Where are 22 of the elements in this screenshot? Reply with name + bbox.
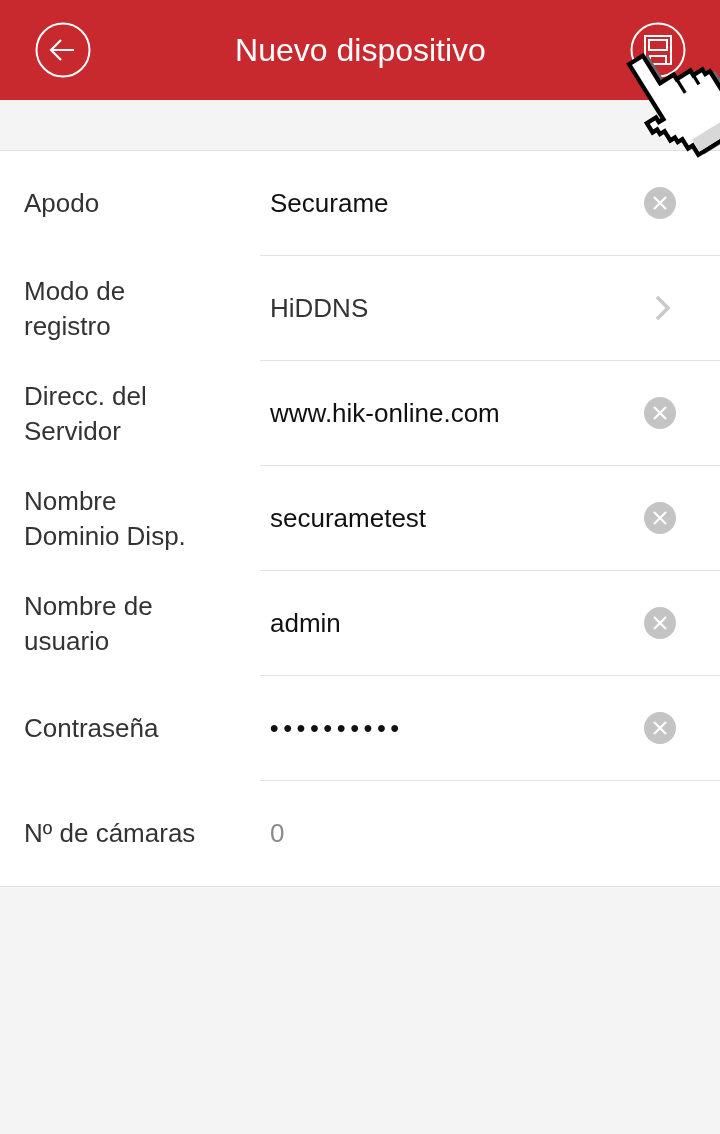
back-icon[interactable]	[35, 22, 91, 78]
clear-icon[interactable]	[644, 187, 676, 219]
field-label: Nombre Dominio Disp.	[23, 484, 187, 553]
password-field[interactable]: ••••••••••	[270, 710, 632, 746]
field-label: Modo de registro	[23, 274, 127, 343]
field-label: Nº de cámaras	[23, 817, 197, 850]
text-field[interactable]: admin	[270, 603, 632, 643]
field-label: Contraseña	[23, 712, 160, 745]
clear-icon[interactable]	[644, 502, 676, 534]
field-label: Apodo	[23, 187, 101, 220]
page-title: Nuevo dispositivo	[235, 31, 486, 69]
clear-icon[interactable]	[644, 712, 676, 744]
field-label: Nombre de usuario	[23, 589, 154, 658]
text-field[interactable]: www.hik-online.com	[270, 393, 632, 433]
text-field[interactable]: securametest	[270, 498, 632, 538]
field-label: Direcc. del Servidor	[23, 379, 148, 448]
clear-icon[interactable]	[644, 607, 676, 639]
select-field[interactable]: HiDDNS	[270, 292, 642, 324]
clear-icon[interactable]	[644, 397, 676, 429]
chevron-right-icon	[654, 295, 672, 321]
text-field[interactable]: Securame	[270, 183, 632, 223]
value-text: 0	[270, 818, 285, 849]
